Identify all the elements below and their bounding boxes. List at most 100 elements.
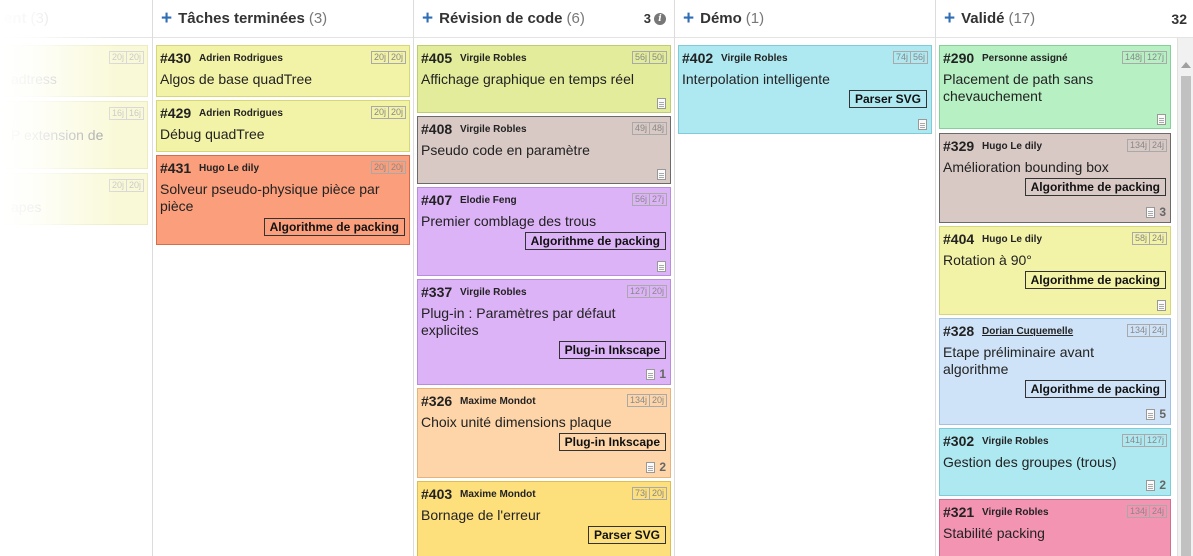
task-card[interactable]: #429 Adrien Rodrigues 20j 20j Débug quadT… [156, 100, 410, 152]
card-assignee: Virgile Robles [460, 124, 527, 135]
card-documents[interactable] [1157, 114, 1166, 125]
scroll-up-arrow-icon[interactable] [1181, 62, 1191, 68]
column-count: (1) [745, 10, 765, 27]
card-documents[interactable] [657, 98, 666, 109]
estimate-badge: 73j 20j [631, 487, 667, 500]
task-card[interactable]: #402 Virgile Robles 74j 56j Interpolation… [678, 45, 932, 134]
card-number: #337 [421, 284, 453, 300]
card-title: Placement de path sans chevauchement [943, 71, 1094, 104]
task-card[interactable]: #337 Virgile Robles 127j 20j Plug-in : Pa… [417, 279, 671, 385]
estimate-badge: 58j 24j [1131, 232, 1167, 245]
card-label[interactable]: Algorithme de packing [1024, 271, 1166, 289]
document-icon [1146, 408, 1156, 420]
card-title: Interpolation intelligente [682, 71, 830, 87]
document-count: 5 [1159, 407, 1166, 421]
card-assignee: Virgile Robles [721, 53, 788, 64]
card-number: #302 [943, 433, 975, 449]
info-icon[interactable]: i [654, 12, 666, 25]
task-card[interactable]: #321 Virgile Robles 134j 24j Stabilité pa… [939, 499, 1171, 556]
column-scrollbar[interactable] [1177, 38, 1193, 556]
card-title: adtress [11, 71, 57, 87]
column-count: (3) [30, 10, 49, 27]
card-label[interactable]: Parser SVG [587, 526, 666, 544]
card-number: #408 [421, 121, 453, 137]
task-card[interactable]: #403 Maxime Mondot 73j 20j Bornage de l'e… [417, 481, 671, 556]
estimate-badge: 16j 16j [108, 107, 144, 120]
card-number: #404 [943, 231, 975, 247]
card-assignee: Maxime Mondot [460, 489, 536, 500]
card-assignee: Hugo Le dily [982, 141, 1042, 152]
document-icon [657, 169, 666, 180]
document-count: 1 [659, 367, 666, 381]
card-title: Affichage graphique en temps réel [421, 71, 634, 87]
estimate-badge: 20j 20j [108, 51, 144, 64]
task-card[interactable]: #404 Hugo Le dily 58j 24j Rotation à 90° … [939, 226, 1171, 315]
column-limit: 3 i [644, 11, 666, 26]
column-header: + Validé (17) 32 [936, 0, 1193, 38]
plus-icon[interactable]: + [422, 9, 433, 28]
card-label[interactable]: Parser SVG [848, 90, 927, 108]
estimate-badge: 141j 127j [1121, 434, 1167, 447]
card-label[interactable]: Algorithme de packing [524, 232, 666, 250]
card-documents[interactable]: 2 [1146, 478, 1166, 492]
card-assignee[interactable]: Dorian Cuquemelle [982, 326, 1073, 337]
task-card[interactable]: #326 Maxime Mondot 134j 20j Choix unité d… [417, 388, 671, 478]
card-documents[interactable]: 3 [1146, 205, 1166, 219]
task-card[interactable]: #407 Elodie Feng 56j 27j Premier comblage… [417, 187, 671, 276]
column-header[interactable]: ent (3) [0, 0, 152, 38]
column-title: Tâches terminées [178, 10, 305, 27]
card-documents[interactable] [918, 119, 927, 130]
column-limit-value: 3 [643, 11, 651, 26]
task-card[interactable]: 16j 16j P extension de [0, 101, 148, 169]
plus-icon[interactable]: + [683, 9, 694, 28]
task-card[interactable]: 20j 20j apes [0, 173, 148, 225]
card-documents[interactable]: 2 [646, 460, 666, 474]
card-number: #326 [421, 393, 453, 409]
column-in-progress: ent (3) 20j 20j adtress 16j 16j P extensio… [0, 0, 152, 556]
card-title: apes [11, 199, 42, 215]
card-title: Choix unité dimensions plaque [421, 414, 612, 430]
column-count: (6) [566, 10, 585, 27]
card-assignee: Hugo Le dily [982, 234, 1042, 245]
task-card[interactable]: #302 Virgile Robles 141j 127j Gestion des… [939, 428, 1171, 496]
estimate-badge: 49j 48j [631, 122, 667, 135]
card-label[interactable]: Plug-in Inkscape [558, 433, 666, 451]
task-card[interactable]: #405 Virgile Robles 56j 50j Affichage gra… [417, 45, 671, 113]
scrollbar-thumb[interactable] [1181, 76, 1191, 556]
card-label[interactable]: Algorithme de packing [1024, 380, 1166, 398]
estimate-badge: 20j 20j [370, 161, 406, 174]
column-validated: + Validé (17) 32 #290 Personne assigné 1… [936, 0, 1193, 556]
task-card[interactable]: #430 Adrien Rodrigues 20j 20j Algos de ba… [156, 45, 410, 97]
document-icon [1146, 479, 1156, 491]
task-card[interactable]: 20j 20j adtress [0, 45, 148, 97]
card-assignee: Virgile Robles [982, 507, 1049, 518]
column-limit: 32 [1171, 11, 1187, 27]
card-title: Stabilité packing [943, 525, 1045, 541]
card-label[interactable]: Plug-in Inkscape [558, 341, 666, 359]
document-icon [1157, 300, 1166, 311]
task-card[interactable]: #329 Hugo Le dily 134j 24j Amélioration b… [939, 133, 1171, 223]
task-card[interactable]: #328 Dorian Cuquemelle 134j 24j Etape pré… [939, 318, 1171, 425]
card-label[interactable]: Algorithme de packing [263, 218, 405, 236]
task-card[interactable]: #290 Personne assigné 148j 127j Placement… [939, 45, 1171, 129]
card-assignee: Adrien Rodrigues [199, 108, 283, 119]
column-title: Validé [961, 10, 1005, 27]
card-assignee: Virgile Robles [982, 436, 1049, 447]
card-documents[interactable] [1157, 300, 1166, 311]
estimate-badge: 148j 127j [1121, 51, 1167, 64]
column-header: + Tâches terminées (3) [153, 0, 413, 38]
plus-icon[interactable]: + [944, 9, 955, 28]
task-card[interactable]: #431 Hugo Le dily 20j 20j Solveur pseudo-… [156, 155, 410, 245]
task-card[interactable]: #408 Virgile Robles 49j 48j Pseudo code e… [417, 116, 671, 184]
document-icon [646, 368, 656, 380]
card-documents[interactable]: 5 [1146, 407, 1166, 421]
card-number: #328 [943, 323, 975, 339]
card-documents[interactable]: 1 [646, 367, 666, 381]
card-assignee: Elodie Feng [460, 195, 517, 206]
card-documents[interactable] [657, 169, 666, 180]
plus-icon[interactable]: + [161, 9, 172, 28]
column-count: (3) [308, 10, 328, 27]
card-number: #430 [160, 50, 192, 66]
card-documents[interactable] [657, 261, 666, 272]
card-label[interactable]: Algorithme de packing [1024, 178, 1166, 196]
